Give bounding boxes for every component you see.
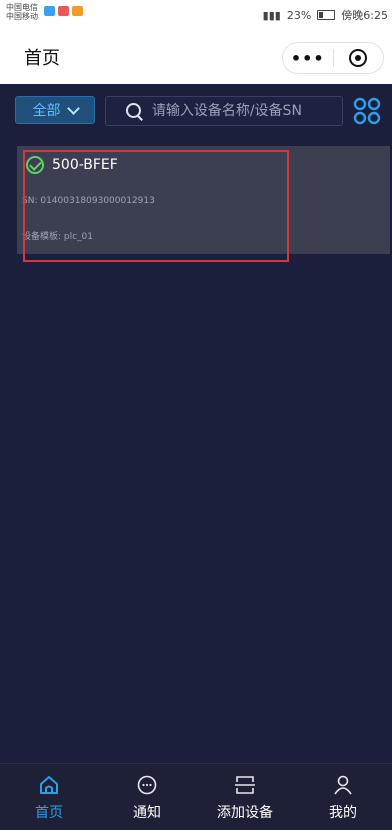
tab-profile[interactable]: 我的 bbox=[294, 764, 392, 830]
tab-add-device[interactable]: 添加设备 bbox=[196, 764, 294, 830]
clock: 傍晚6:25 bbox=[341, 9, 388, 22]
scan-icon bbox=[235, 776, 255, 794]
search-input[interactable] bbox=[149, 102, 342, 120]
tab-add-device-label: 添加设备 bbox=[217, 805, 273, 821]
app-badge-icon bbox=[72, 6, 83, 16]
target-icon bbox=[349, 49, 368, 67]
grid-menu-icon[interactable] bbox=[352, 96, 382, 126]
user-icon bbox=[334, 775, 352, 795]
home-icon bbox=[40, 776, 58, 794]
carrier-1: 中国电信 bbox=[6, 3, 38, 12]
carrier-info: 中国电信 中国移动 bbox=[6, 3, 38, 21]
filter-label: 全部 bbox=[32, 103, 61, 119]
main-content: 全部 500-BFEF SN: 01400318093000012913 设备模… bbox=[0, 84, 392, 763]
tab-home[interactable]: 首页 bbox=[0, 764, 98, 830]
device-name: 500-BFEF bbox=[52, 157, 118, 173]
device-template: 设备模板: plc_01 bbox=[22, 232, 94, 242]
online-check-icon bbox=[26, 156, 44, 174]
notification-icons bbox=[44, 6, 83, 16]
chevron-down-icon bbox=[66, 101, 80, 115]
tab-bar: 首页 通知 添加设备 我的 bbox=[0, 763, 392, 830]
tab-profile-label: 我的 bbox=[329, 805, 357, 821]
battery-icon bbox=[317, 10, 336, 20]
mail-notification-icon bbox=[58, 6, 69, 16]
chat-icon bbox=[137, 775, 157, 795]
more-menu-button[interactable]: ••• bbox=[283, 49, 333, 68]
miniprogram-capsule: ••• bbox=[282, 42, 384, 74]
device-sn: SN: 01400318093000012913 bbox=[22, 196, 155, 206]
battery-percent: 23% bbox=[286, 8, 312, 22]
tab-notifications[interactable]: 通知 bbox=[98, 764, 196, 830]
device-card[interactable]: 500-BFEF SN: 01400318093000012913 设备模板: … bbox=[17, 146, 390, 254]
tab-home-label: 首页 bbox=[35, 805, 63, 821]
tab-notifications-label: 通知 bbox=[133, 805, 161, 821]
search-box[interactable] bbox=[105, 96, 343, 126]
page-title: 首页 bbox=[24, 48, 60, 69]
status-bar: 中国电信 中国移动 ▮▮▮ 23% 傍晚6:25 bbox=[0, 0, 392, 30]
app-notification-icon bbox=[44, 6, 55, 16]
carrier-2: 中国移动 bbox=[6, 12, 38, 21]
nav-header: 首页 ••• bbox=[0, 30, 392, 84]
filter-dropdown[interactable]: 全部 bbox=[15, 96, 95, 124]
status-right: ▮▮▮ 23% 傍晚6:25 bbox=[263, 7, 388, 23]
close-miniprogram-button[interactable] bbox=[334, 49, 384, 67]
signal-icon: ▮▮▮ bbox=[262, 8, 281, 22]
search-icon bbox=[126, 103, 142, 119]
